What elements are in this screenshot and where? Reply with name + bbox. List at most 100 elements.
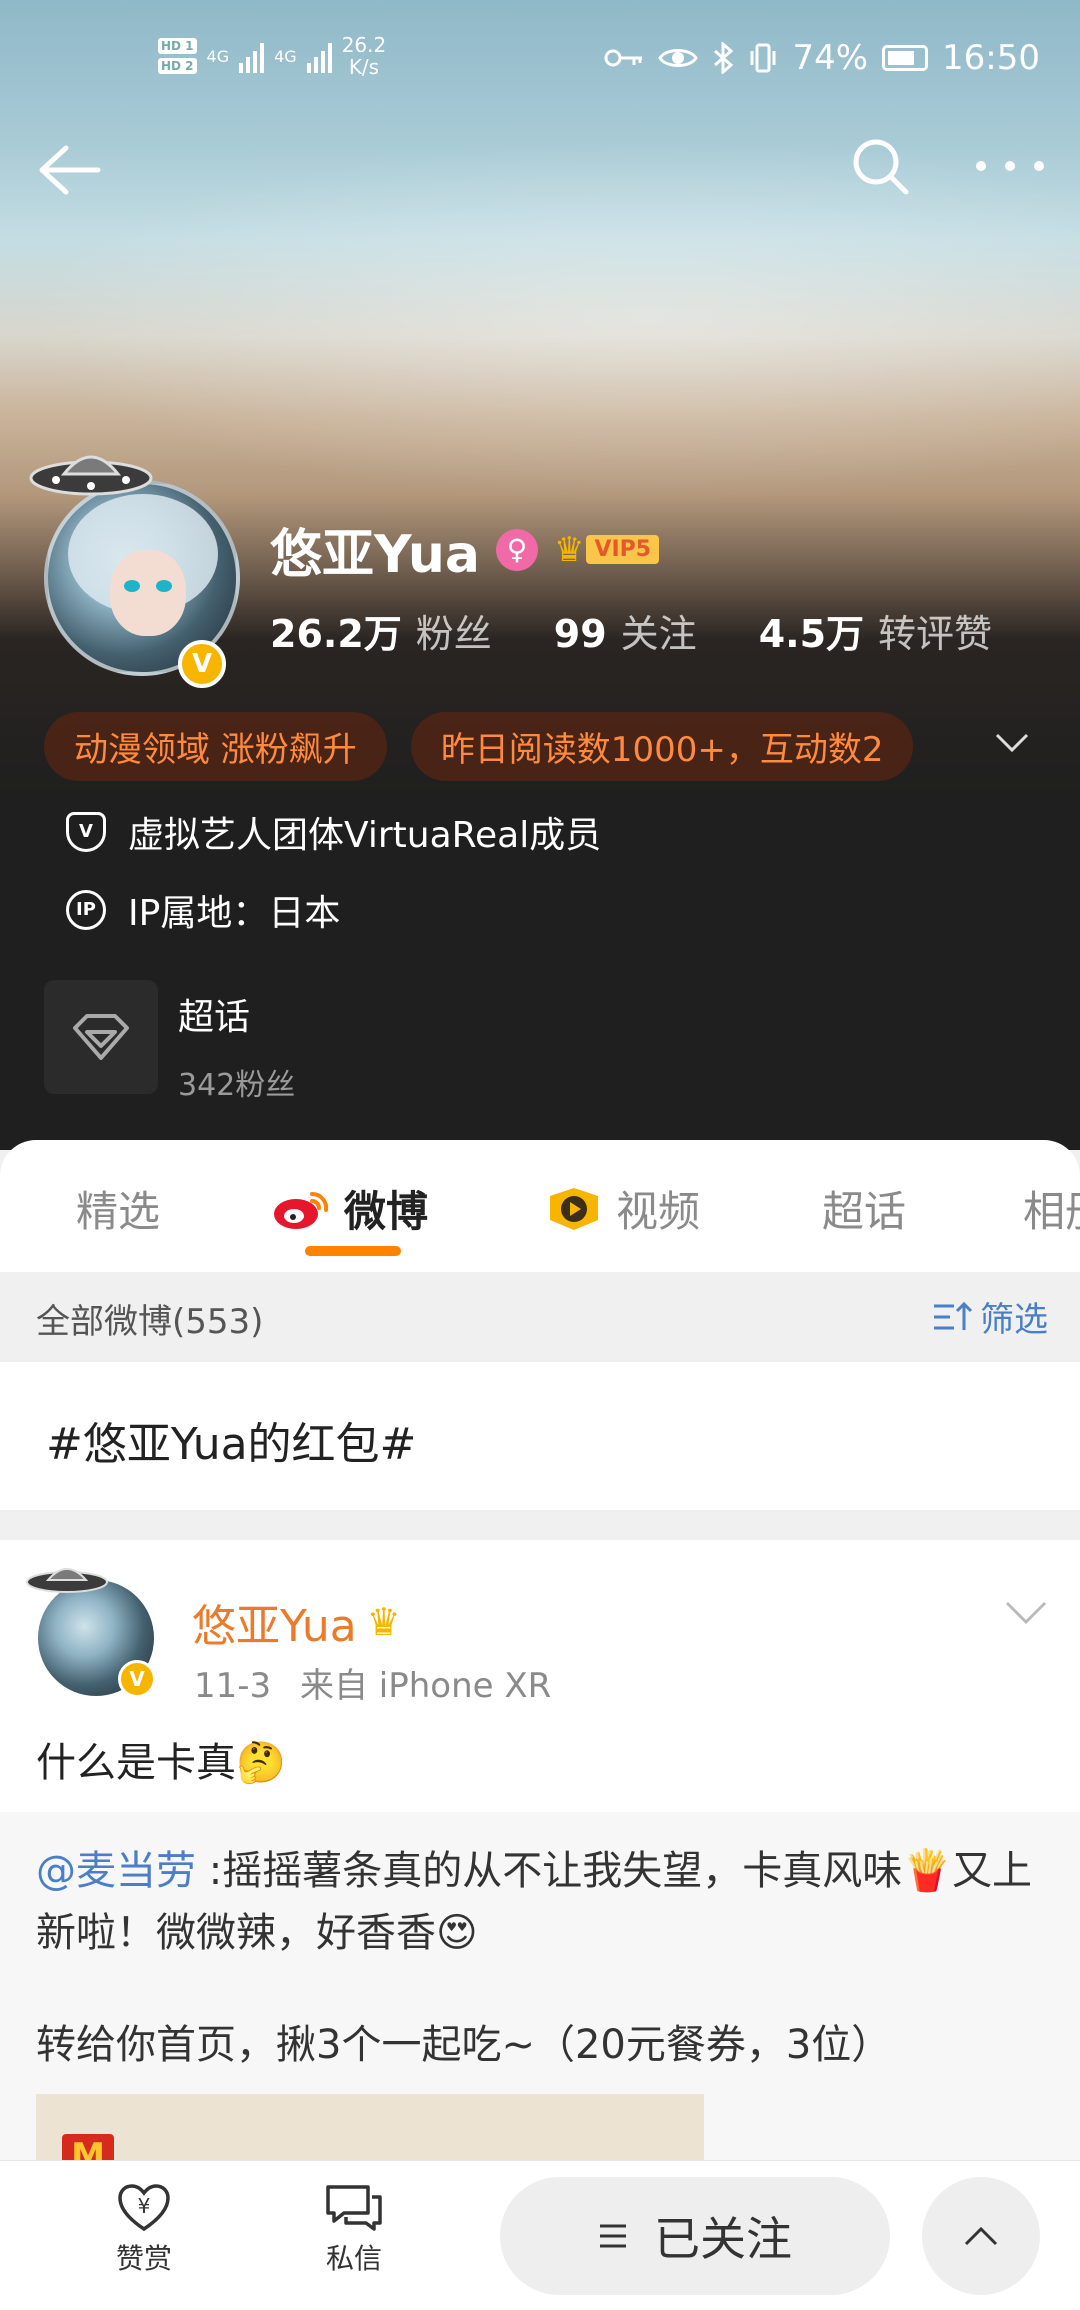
more-icon[interactable] bbox=[976, 154, 1044, 178]
hd1-indicator: HD 1 bbox=[158, 38, 197, 54]
reward-heart-icon: ¥ bbox=[118, 2184, 170, 2232]
status-left: HD 1 HD 2 4G 4G 26.2 K/s bbox=[158, 34, 386, 78]
filter-sort-icon bbox=[934, 1301, 973, 1330]
post-author-row[interactable]: 悠亚Yua ♛ bbox=[192, 1590, 401, 1654]
battery-icon bbox=[882, 45, 929, 71]
hd-indicators: HD 1 HD 2 bbox=[158, 38, 197, 74]
retweet-text: @麦当劳 :摇摇薯条真的从不让我失望，卡真风味🍟又上新啦！微微辣，好香香😍 bbox=[36, 1840, 1046, 1964]
post-date: 11-3 bbox=[194, 1666, 272, 1706]
stat-following-value: 99 bbox=[553, 612, 607, 656]
status-right: 74% 16:50 bbox=[604, 38, 1040, 78]
tab-weibo[interactable]: 微博 bbox=[272, 1178, 428, 1239]
post-count: 全部微博(553) bbox=[36, 1302, 264, 1342]
verification-text: 虚拟艺人团体VirtuaReal成员 bbox=[128, 815, 602, 856]
supertopic-title: 超话 bbox=[178, 997, 251, 1038]
stat-following-label: 关注 bbox=[620, 612, 697, 656]
ufo-pendant-icon bbox=[26, 1568, 108, 1593]
profile-cover bbox=[0, 0, 1080, 800]
chevron-down-icon[interactable] bbox=[1004, 1600, 1048, 1626]
net2-label: 4G bbox=[274, 46, 297, 66]
signal-icon-2 bbox=[306, 39, 332, 73]
followed-label: 已关注 bbox=[654, 2212, 792, 2266]
stat-interactions-label: 转评赞 bbox=[878, 612, 993, 656]
post-author: 悠亚Yua bbox=[192, 1601, 357, 1652]
tab-supertopic-label: 超话 bbox=[822, 1187, 907, 1236]
network-speed-value: 26.2 bbox=[341, 33, 387, 57]
crown-icon: ♛ bbox=[553, 529, 585, 570]
reward-button[interactable]: ¥ 赞赏 bbox=[84, 2183, 204, 2277]
filter-label: 筛选 bbox=[980, 1300, 1048, 1340]
vip-level: VIP5 bbox=[586, 535, 660, 564]
chevron-down-icon[interactable] bbox=[994, 730, 1030, 754]
tag-reading-stats[interactable]: 昨日阅读数1000+，互动数2 bbox=[410, 712, 914, 781]
filter-bar: 全部微博(553) 筛选 bbox=[0, 1272, 1080, 1362]
network-speed: 26.2 K/s bbox=[342, 34, 387, 78]
profile-tags: 动漫领域 涨粉飙升 昨日阅读数1000+，互动数2 bbox=[44, 712, 914, 781]
weibo-icon bbox=[274, 1191, 329, 1229]
bottom-action-bar: ¥ 赞赏 私信 已关注 bbox=[0, 2160, 1080, 2310]
network-speed-unit: K/s bbox=[348, 55, 380, 79]
followed-button[interactable]: 已关注 bbox=[500, 2177, 890, 2295]
signal-icon bbox=[239, 39, 265, 73]
profile-name-row: 悠亚Yua ♀ ♛ VIP5 bbox=[270, 512, 660, 587]
video-icon bbox=[550, 1187, 598, 1230]
content-tabs: 精选 微博 视频 超话 相册 bbox=[0, 1140, 1080, 1272]
status-bar: HD 1 HD 2 4G 4G 26.2 K/s 74% 16:50 bbox=[0, 30, 1080, 90]
vibrate-icon bbox=[750, 43, 776, 73]
eye-icon bbox=[658, 49, 699, 67]
profile-name: 悠亚Yua bbox=[270, 525, 480, 585]
tab-video-label: 视频 bbox=[616, 1187, 701, 1236]
post-text-body: 什么是卡真 bbox=[36, 1740, 236, 1786]
vip-badge[interactable]: ♛ VIP5 bbox=[553, 529, 660, 570]
supertopic-entry[interactable]: 超话 342粉丝 bbox=[44, 980, 295, 1104]
tab-album[interactable]: 相册 bbox=[1023, 1178, 1080, 1239]
stat-interactions-value: 4.5万 bbox=[758, 612, 865, 656]
post-source: 来自 iPhone XR bbox=[299, 1666, 552, 1706]
bluetooth-icon bbox=[714, 42, 734, 74]
tab-supertopic[interactable]: 超话 bbox=[822, 1178, 906, 1239]
stat-interactions[interactable]: 4.5万 转评赞 bbox=[759, 603, 992, 658]
profile-avatar[interactable]: V bbox=[26, 440, 240, 688]
hashtag-text: #悠亚Yua的红包# bbox=[46, 1419, 417, 1470]
tag-anime-growth[interactable]: 动漫领域 涨粉飙升 bbox=[44, 712, 387, 781]
stat-fans[interactable]: 26.2万 粉丝 bbox=[270, 603, 492, 658]
hd2-indicator: HD 2 bbox=[158, 58, 197, 74]
stat-fans-value: 26.2万 bbox=[270, 612, 402, 656]
clock: 16:50 bbox=[942, 38, 1040, 78]
profile-stats: 26.2万 粉丝 99 关注 4.5万 转评赞 bbox=[270, 603, 992, 658]
net1-label: 4G bbox=[206, 46, 230, 66]
message-label: 私信 bbox=[325, 2242, 382, 2275]
chevron-up-icon bbox=[964, 2226, 998, 2246]
reward-label: 赞赏 bbox=[115, 2242, 172, 2275]
post-text: 什么是卡真🤔 bbox=[36, 1730, 286, 1788]
message-button[interactable]: 私信 bbox=[294, 2183, 414, 2277]
pinned-hashtag-card[interactable]: #悠亚Yua的红包# bbox=[0, 1362, 1080, 1510]
ip-location-row: IP IP属地：日本 bbox=[66, 884, 340, 936]
post-verified-badge: V bbox=[118, 1660, 156, 1698]
search-icon[interactable] bbox=[850, 136, 910, 196]
back-arrow-icon[interactable] bbox=[36, 140, 102, 200]
reward-symbol: ¥ bbox=[138, 2194, 151, 2218]
ufo-pendant-icon bbox=[29, 455, 153, 496]
tab-featured[interactable]: 精选 bbox=[76, 1178, 160, 1239]
post-meta: 11-3 来自 iPhone XR bbox=[194, 1658, 551, 1707]
supertopic-fans: 342粉丝 bbox=[178, 1068, 296, 1103]
ip-location-text: IP属地：日本 bbox=[128, 893, 341, 934]
top-nav bbox=[0, 130, 1080, 210]
key-icon bbox=[604, 49, 643, 67]
battery-percent: 74% bbox=[792, 38, 869, 78]
tab-weibo-label: 微博 bbox=[344, 1187, 429, 1236]
thinking-emoji-icon: 🤔 bbox=[236, 1740, 286, 1786]
stat-following[interactable]: 99 关注 bbox=[554, 603, 697, 658]
filter-button[interactable]: 筛选 bbox=[932, 1292, 1048, 1341]
crown-icon: ♛ bbox=[366, 1600, 401, 1644]
message-icon bbox=[326, 2185, 382, 2231]
mention-link[interactable]: @麦当劳 bbox=[36, 1848, 196, 1894]
ip-icon: IP bbox=[66, 890, 106, 930]
tab-featured-label: 精选 bbox=[76, 1187, 161, 1236]
shield-icon: V bbox=[66, 812, 106, 852]
female-icon: ♀ bbox=[495, 528, 538, 571]
watermark: @vr箱 bbox=[1007, 2284, 1074, 2309]
tab-video[interactable]: 视频 bbox=[544, 1178, 700, 1239]
menu-icon bbox=[600, 2224, 626, 2248]
